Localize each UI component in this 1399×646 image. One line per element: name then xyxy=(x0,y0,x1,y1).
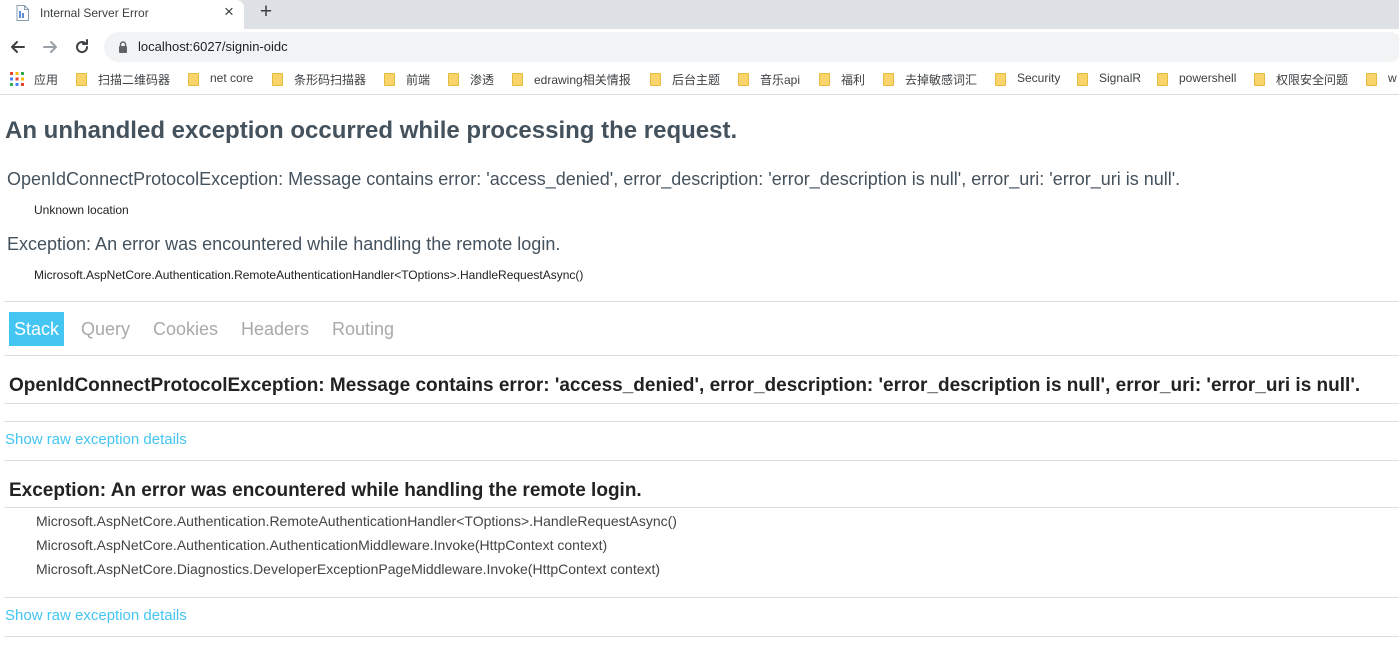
document-icon xyxy=(16,5,29,21)
apps-label[interactable]: 应用 xyxy=(34,71,58,88)
folder-icon xyxy=(650,73,661,86)
tab-query[interactable]: Query xyxy=(76,312,135,346)
new-tab-button[interactable]: + xyxy=(256,0,276,24)
stack-frame[interactable]: Microsoft.AspNetCore.Authentication.Remo… xyxy=(36,513,677,529)
bookmarks-bar: 应用 扫描二维码器 net core 条形码扫描器 前端 渗透 edrawing… xyxy=(0,66,1399,95)
summary-exception-message: OpenIdConnectProtocolException: Message … xyxy=(7,169,1181,189)
lock-icon[interactable] xyxy=(118,41,128,53)
folder-icon xyxy=(76,73,87,86)
exception-title: OpenIdConnectProtocolException: Message … xyxy=(9,375,1361,396)
folder-icon xyxy=(819,73,830,86)
folder-icon xyxy=(1254,73,1265,86)
folder-icon xyxy=(512,73,523,86)
show-raw-exception-link[interactable]: Show raw exception details xyxy=(5,431,187,448)
folder-icon xyxy=(1077,73,1088,86)
divider xyxy=(4,301,1399,302)
divider xyxy=(4,597,1399,598)
divider xyxy=(4,507,1399,508)
summary-exception-location: Microsoft.AspNetCore.Authentication.Remo… xyxy=(34,268,584,282)
tab-cookies[interactable]: Cookies xyxy=(148,312,223,346)
folder-icon xyxy=(188,73,199,86)
close-icon[interactable]: × xyxy=(219,2,239,22)
folder-icon xyxy=(272,73,283,86)
divider xyxy=(4,403,1399,404)
stack-frame[interactable]: Microsoft.AspNetCore.Diagnostics.Develop… xyxy=(36,561,660,577)
folder-icon xyxy=(738,73,749,86)
tab-title: Internal Server Error xyxy=(40,6,149,20)
divider xyxy=(4,355,1399,356)
tab-routing[interactable]: Routing xyxy=(327,312,399,346)
tab-stack[interactable]: Stack xyxy=(9,312,65,346)
apps-grid-icon[interactable] xyxy=(10,72,24,86)
folder-icon xyxy=(1366,73,1377,86)
exception-title: Exception: An error was encountered whil… xyxy=(9,480,642,501)
tab-headers[interactable]: Headers xyxy=(236,312,314,346)
folder-icon xyxy=(995,73,1006,86)
error-page: An unhandled exception occurred while pr… xyxy=(0,95,1399,646)
show-raw-exception-link[interactable]: Show raw exception details xyxy=(5,607,187,624)
folder-icon xyxy=(448,73,459,86)
divider xyxy=(4,421,1399,422)
stack-frame[interactable]: Microsoft.AspNetCore.Authentication.Auth… xyxy=(36,537,607,553)
folder-icon xyxy=(883,73,894,86)
page-title: An unhandled exception occurred while pr… xyxy=(5,117,738,144)
folder-icon xyxy=(1157,73,1168,86)
tab-strip: Internal Server Error × + xyxy=(0,0,1399,29)
forward-arrow-icon[interactable] xyxy=(40,37,60,57)
summary-exception-message: Exception: An error was encountered whil… xyxy=(7,234,561,254)
bookmark-item[interactable]: w xyxy=(1366,71,1399,89)
folder-icon xyxy=(384,73,395,86)
url-text[interactable]: localhost:6027/signin-oidc xyxy=(138,39,288,54)
divider xyxy=(4,636,1399,637)
reload-icon[interactable] xyxy=(72,37,92,57)
browser-toolbar: localhost:6027/signin-oidc xyxy=(0,29,1399,66)
address-bar[interactable]: localhost:6027/signin-oidc xyxy=(104,32,1399,62)
back-arrow-icon[interactable] xyxy=(8,37,28,57)
divider xyxy=(4,460,1399,461)
summary-exception-location: Unknown location xyxy=(34,203,129,217)
browser-tab[interactable]: Internal Server Error × xyxy=(0,0,244,29)
